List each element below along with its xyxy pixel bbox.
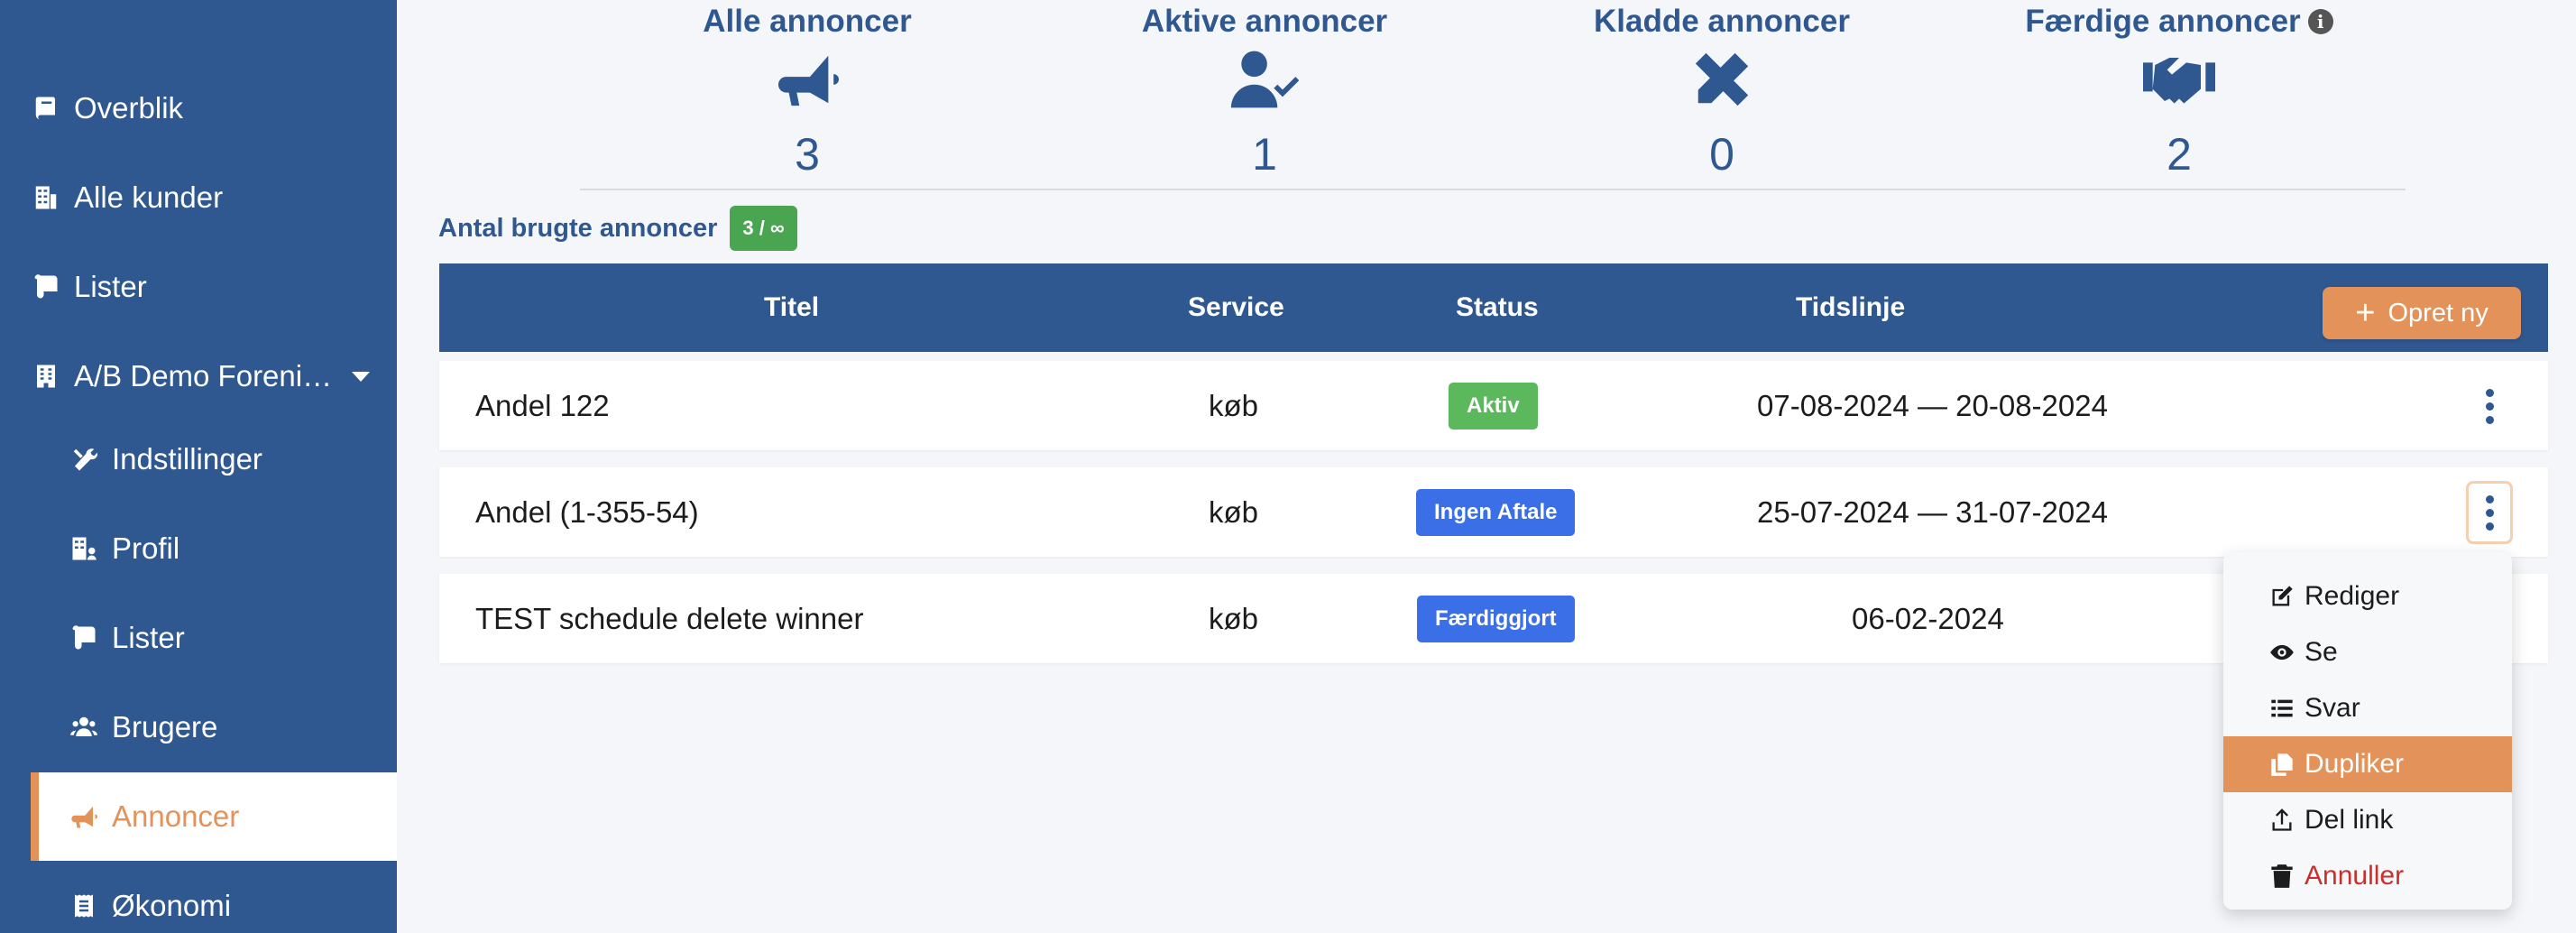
sidebar-item-label: A/B Demo Foreni…: [74, 359, 333, 393]
menu-item-svar[interactable]: Svar: [2223, 680, 2512, 736]
megaphone-icon: [645, 45, 970, 114]
sidebar-item-lister-sub[interactable]: Lister: [69, 594, 397, 682]
row-title: TEST schedule delete winner: [475, 601, 864, 635]
stat-value: 1: [1252, 129, 1277, 180]
tools-icon: [69, 444, 99, 475]
status-badge: Ingen Aftale: [1416, 488, 1576, 536]
stat-faerdige-annoncer: Færdige annoncer i 2: [2017, 0, 2341, 180]
menu-item-rediger[interactable]: Rediger: [2223, 568, 2512, 624]
sidebar-item-indstillinger[interactable]: Indstillinger: [69, 415, 397, 503]
receipt-icon: [69, 891, 99, 921]
sidebar-item-okonomi[interactable]: Økonomi: [69, 862, 397, 933]
pencil-ruler-icon: [1559, 45, 1884, 114]
sidebar-item-profil[interactable]: Profil: [69, 504, 397, 593]
menu-item-label: Rediger: [2305, 581, 2400, 611]
row-actions-kebab-icon[interactable]: [2466, 374, 2513, 438]
column-header-timeline[interactable]: Tidslinje: [1796, 292, 1905, 323]
menu-item-annuller[interactable]: Annuller: [2223, 848, 2512, 904]
stat-value: 3: [795, 129, 820, 180]
sidebar-item-label: Lister: [112, 621, 185, 654]
stat-aktive-annoncer: Aktive annoncer 1: [1102, 0, 1427, 180]
sidebar-item-label: Alle kunder: [74, 180, 224, 214]
users-icon: [69, 712, 99, 743]
sidebar-item-label: Annoncer: [112, 799, 240, 833]
row-actions-kebab-icon[interactable]: [2466, 481, 2513, 544]
usage-badge: 3 / ∞: [730, 206, 797, 251]
table-row[interactable]: Andel (1-355-54) køb Ingen Aftale 25-07-…: [439, 467, 2548, 557]
sidebar-item-overblik[interactable]: Overblik: [31, 64, 397, 152]
building-icon: [31, 361, 61, 392]
stat-value: 2: [2167, 129, 2192, 180]
row-timeline: 25-07-2024 — 31-07-2024: [1757, 494, 2108, 529]
column-header-status[interactable]: Status: [1456, 292, 1539, 323]
row-title: Andel 122: [475, 388, 610, 422]
table-row[interactable]: Andel 122 køb Aktiv 07-08-2024 — 20-08-2…: [439, 361, 2548, 450]
user-check-icon: [1102, 45, 1427, 114]
plus-icon: +: [2355, 294, 2376, 332]
sidebar: Overblik Alle kunder Lister A/B Demo For…: [0, 0, 397, 933]
row-service: køb: [1209, 601, 1259, 635]
handshake-icon: [2017, 45, 2341, 114]
row-timeline: 06-02-2024: [1852, 601, 2004, 635]
create-new-label: Opret ny: [2387, 298, 2489, 328]
stat-label: Aktive annoncer: [1141, 4, 1388, 39]
menu-item-label: Dupliker: [2305, 749, 2405, 779]
info-icon[interactable]: i: [2307, 9, 2333, 34]
edit-icon: [2268, 583, 2295, 610]
stat-label: Alle annoncer: [703, 4, 912, 39]
sidebar-item-label: Profil: [112, 531, 180, 565]
stat-value: 0: [1709, 129, 1734, 180]
stat-alle-annoncer: Alle annoncer 3: [645, 0, 970, 180]
menu-item-del-link[interactable]: Del link: [2223, 792, 2512, 848]
stat-label: Kladde annoncer: [1594, 4, 1850, 39]
book-icon: [31, 93, 61, 124]
sidebar-item-brugere[interactable]: Brugere: [69, 683, 397, 771]
sidebar-item-annoncer[interactable]: Annoncer: [31, 772, 397, 861]
copy-icon: [2268, 751, 2295, 778]
sidebar-item-alle-kunder[interactable]: Alle kunder: [31, 153, 397, 242]
menu-item-dupliker[interactable]: Dupliker: [2223, 736, 2512, 792]
menu-item-label: Svar: [2305, 693, 2360, 723]
divider: [580, 189, 2406, 190]
building-user-icon: [69, 533, 99, 564]
table-header: Titel Service Status Tidslinje: [439, 263, 2548, 352]
share-icon: [2268, 807, 2295, 834]
stat-label: Færdige annoncer: [2025, 4, 2301, 39]
row-title: Andel (1-355-54): [475, 494, 699, 529]
row-timeline: 07-08-2024 — 20-08-2024: [1757, 388, 2108, 422]
stat-kladde-annoncer: Kladde annoncer 0: [1559, 0, 1884, 180]
usage-indicator: Antal brugte annoncer 3 / ∞: [438, 206, 797, 251]
sidebar-item-forening[interactable]: A/B Demo Foreni…: [31, 332, 397, 420]
scroll-icon: [31, 272, 61, 302]
row-actions-menu: Rediger Se Svar Dupliker Del link Annull…: [2223, 552, 2512, 910]
menu-item-se[interactable]: Se: [2223, 624, 2512, 680]
trash-icon: [2268, 863, 2295, 890]
menu-item-label: Del link: [2305, 805, 2394, 835]
sidebar-item-lister[interactable]: Lister: [31, 243, 397, 331]
megaphone-icon: [69, 801, 99, 832]
usage-label: Antal brugte annoncer: [438, 213, 718, 243]
sidebar-item-label: Lister: [74, 270, 147, 303]
menu-item-label: Annuller: [2305, 861, 2405, 891]
status-badge: Færdiggjort: [1417, 595, 1575, 642]
chevron-down-icon: [352, 371, 371, 382]
column-header-service[interactable]: Service: [1188, 292, 1284, 323]
sidebar-item-label: Brugere: [112, 710, 218, 744]
status-badge: Aktiv: [1449, 382, 1538, 430]
list-icon: [2268, 695, 2295, 722]
menu-item-label: Se: [2305, 637, 2338, 667]
sidebar-item-label: Indstillinger: [112, 442, 262, 476]
column-header-title[interactable]: Titel: [764, 292, 819, 323]
row-service: køb: [1209, 494, 1259, 529]
building-icon: [31, 182, 61, 213]
scroll-icon: [69, 623, 99, 653]
eye-icon: [2268, 639, 2295, 666]
row-service: køb: [1209, 388, 1259, 422]
sidebar-item-label: Økonomi: [112, 889, 232, 922]
create-new-button[interactable]: + Opret ny: [2323, 287, 2521, 339]
sidebar-item-label: Overblik: [74, 91, 184, 125]
